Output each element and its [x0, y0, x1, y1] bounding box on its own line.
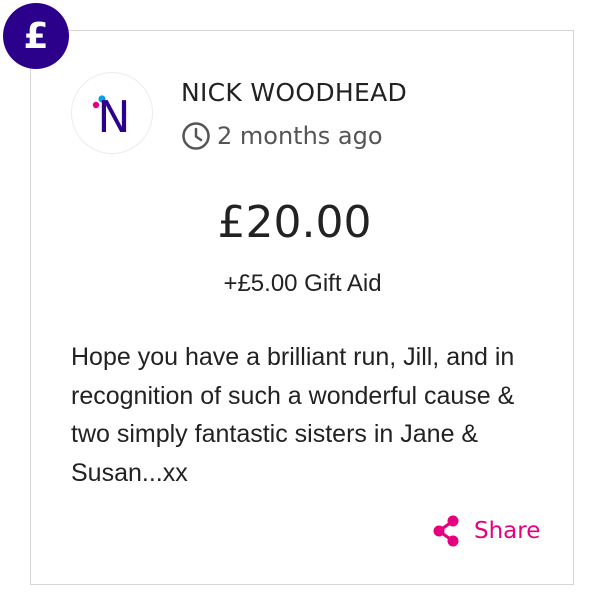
charity-logo-icon: N: [92, 92, 131, 138]
donation-pound-icon: £: [3, 3, 69, 69]
time-ago-label: 2 months ago: [217, 122, 383, 150]
clock-icon: [181, 121, 211, 151]
avatar: N: [71, 72, 153, 154]
share-icon: [432, 515, 460, 547]
donor-name: NICK WOODHEAD: [181, 78, 408, 107]
gift-aid-amount: +£5.00 Gift Aid: [223, 270, 382, 297]
avatar-letter: N: [98, 92, 131, 138]
donation-amount: £20.00: [217, 197, 372, 248]
share-label: Share: [474, 518, 541, 544]
donation-message: Hope you have a brilliant run, Jill, and…: [71, 343, 515, 487]
share-button[interactable]: Share: [432, 515, 540, 547]
pound-symbol: £: [23, 15, 49, 57]
donation-time: 2 months ago: [181, 121, 383, 151]
